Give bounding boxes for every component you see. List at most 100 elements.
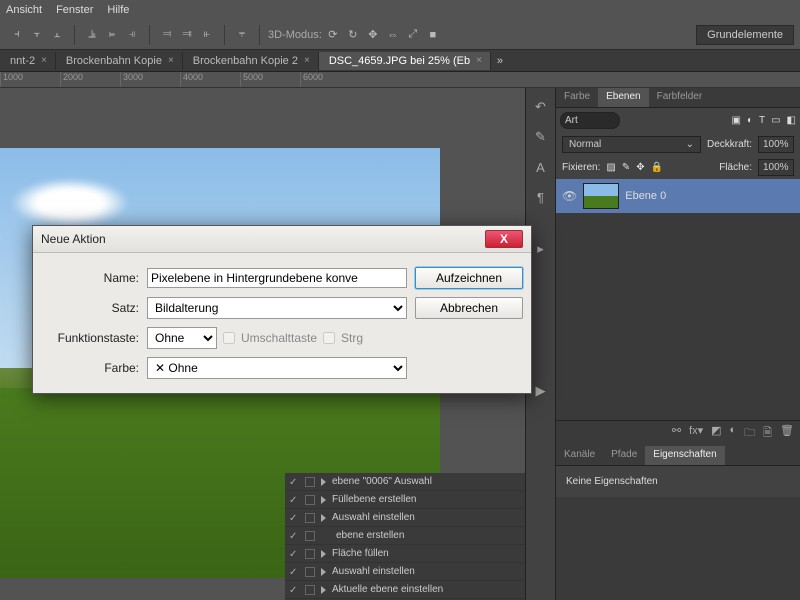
filter-type-icon[interactable]: T: [759, 115, 765, 126]
fkey-label: Funktionstaste:: [45, 331, 139, 345]
auto-align-icon[interactable]: ⫧: [233, 26, 251, 44]
actions-panel: ✓ebene "0006" Auswahl ✓Füllebene erstell…: [285, 473, 525, 600]
distribute-center-icon[interactable]: ⫦: [198, 26, 216, 44]
layer-thumb: [583, 183, 619, 209]
3d-rotate-icon[interactable]: ⟳: [324, 26, 342, 44]
tab-layers[interactable]: Ebenen: [598, 88, 648, 107]
fkey-select[interactable]: Ohne: [147, 327, 217, 349]
action-step[interactable]: ✓Aktuelle ebene einstellen: [285, 581, 525, 599]
right-panels: Farbe Ebenen Farbfelder ▣ ◐ T ▭ ◧ Normal…: [555, 88, 800, 600]
align-center-v-icon[interactable]: ⫢: [103, 26, 121, 44]
tab-channels[interactable]: Kanäle: [556, 446, 603, 465]
ctrl-label: Strg: [341, 331, 363, 345]
paragraph-icon[interactable]: ¶: [532, 188, 550, 206]
close-button[interactable]: X: [485, 230, 523, 248]
3d-camera-icon[interactable]: ■: [424, 26, 442, 44]
ruler: 100020003000 400050006000: [0, 72, 800, 88]
lock-transparent-icon[interactable]: ▨: [606, 162, 615, 173]
doc-tabs: nnt-2× Brockenbahn Kopie× Brockenbahn Ko…: [0, 50, 800, 72]
no-properties-text: Keine Eigenschaften: [566, 476, 658, 487]
char-icon[interactable]: A: [532, 158, 550, 176]
close-icon[interactable]: ×: [41, 55, 47, 66]
opacity-input[interactable]: 100%: [758, 136, 794, 153]
layer-name[interactable]: Ebene 0: [625, 190, 666, 202]
3d-mode-label: 3D-Modus:: [268, 29, 322, 41]
action-step[interactable]: ✓Fläche füllen: [285, 545, 525, 563]
blend-mode-select[interactable]: Normal ⌄: [562, 136, 701, 153]
delete-icon[interactable]: 🗑: [780, 424, 794, 443]
menu-view[interactable]: Ansicht: [6, 4, 42, 16]
tab-1[interactable]: nnt-2×: [0, 52, 56, 70]
new-layer-icon[interactable]: 🗎: [763, 424, 772, 443]
layer-filter-input[interactable]: [560, 112, 620, 129]
set-label: Satz:: [45, 301, 139, 315]
tab-properties[interactable]: Eigenschaften: [645, 446, 724, 465]
tab-2[interactable]: Brockenbahn Kopie×: [56, 52, 183, 70]
align-bottom-icon[interactable]: ⫣: [123, 26, 141, 44]
set-select[interactable]: Bildalterung: [147, 297, 407, 319]
distribute-v-icon[interactable]: ⫥: [178, 26, 196, 44]
adjust-icon[interactable]: ◐: [730, 424, 737, 443]
align-center-h-icon[interactable]: ⫟: [28, 26, 46, 44]
align-right-icon[interactable]: ⫠: [48, 26, 66, 44]
group-icon[interactable]: 🗀: [744, 424, 755, 443]
color-select[interactable]: ✕ Ohne: [147, 357, 407, 379]
color-label: Farbe:: [45, 361, 139, 375]
filter-adjust-icon[interactable]: ◐: [747, 115, 753, 126]
fill-input[interactable]: 100%: [758, 159, 794, 176]
lock-label: Fixieren:: [562, 162, 600, 173]
3d-scale-icon[interactable]: ⤢: [404, 26, 422, 44]
close-icon[interactable]: ×: [476, 55, 482, 66]
align-top-icon[interactable]: ⫡: [83, 26, 101, 44]
3d-slide-icon[interactable]: ⇔: [384, 26, 402, 44]
dialog-title: Neue Aktion: [41, 232, 106, 246]
name-input[interactable]: [147, 268, 407, 288]
tab-overflow-icon[interactable]: »: [491, 55, 509, 67]
menu-bar: Ansicht Fenster Hilfe: [0, 0, 800, 20]
cancel-button[interactable]: Abbrechen: [415, 297, 523, 319]
close-icon[interactable]: ×: [168, 55, 174, 66]
action-step[interactable]: ✓Füllebene erstellen: [285, 491, 525, 509]
brush-icon[interactable]: ✎: [532, 128, 550, 146]
lock-all-icon[interactable]: 🔒: [651, 162, 663, 173]
mask-icon[interactable]: ◩: [711, 424, 721, 443]
link-icon[interactable]: ⚯: [672, 424, 681, 443]
action-step[interactable]: ✓ebene erstellen: [285, 527, 525, 545]
menu-window[interactable]: Fenster: [56, 4, 93, 16]
ctrl-checkbox: [323, 332, 335, 344]
filter-shape-icon[interactable]: ▭: [771, 115, 780, 126]
opacity-label: Deckkraft:: [707, 139, 752, 150]
tab-swatches[interactable]: Farbfelder: [649, 88, 711, 107]
fill-label: Fläche:: [719, 162, 752, 173]
shift-checkbox: [223, 332, 235, 344]
play-panel-icon[interactable]: ▶: [532, 382, 550, 400]
lock-position-icon[interactable]: ✥: [636, 162, 644, 173]
new-action-dialog: Neue Aktion X Name: Aufzeichnen Satz: Bi…: [32, 225, 532, 394]
lock-image-icon[interactable]: ✎: [622, 162, 630, 173]
action-step[interactable]: ✓Auswahl einstellen: [285, 563, 525, 581]
tab-4[interactable]: DSC_4659.JPG bei 25% (Eb×: [319, 52, 491, 70]
tab-3[interactable]: Brockenbahn Kopie 2×: [183, 52, 319, 70]
action-step[interactable]: ✓ebene "0006" Auswahl: [285, 473, 525, 491]
options-bar: ⫞ ⫟ ⫠ ⫡ ⫢ ⫣ ⫤ ⫥ ⫦ ⫧ 3D-Modus: ⟳ ↻ ✥ ⇔ ⤢ …: [0, 20, 800, 50]
align-left-icon[interactable]: ⫞: [8, 26, 26, 44]
filter-image-icon[interactable]: ▣: [731, 115, 740, 126]
shift-label: Umschalttaste: [241, 331, 317, 345]
layer-row[interactable]: 👁 Ebene 0: [556, 179, 800, 213]
action-step[interactable]: ✓Auswahl einstellen: [285, 509, 525, 527]
history-icon[interactable]: ↶: [532, 98, 550, 116]
record-button[interactable]: Aufzeichnen: [415, 267, 523, 289]
menu-help[interactable]: Hilfe: [107, 4, 129, 16]
fx-icon[interactable]: fx▾: [689, 424, 703, 443]
visibility-icon[interactable]: 👁: [562, 189, 577, 203]
actions-icon[interactable]: ▸: [532, 240, 550, 258]
close-icon[interactable]: ×: [304, 55, 310, 66]
filter-smart-icon[interactable]: ◧: [787, 115, 796, 126]
essentials-button[interactable]: Grundelemente: [696, 25, 794, 45]
3d-pan-icon[interactable]: ✥: [364, 26, 382, 44]
tab-color[interactable]: Farbe: [556, 88, 598, 107]
distribute-h-icon[interactable]: ⫤: [158, 26, 176, 44]
name-label: Name:: [45, 271, 139, 285]
3d-roll-icon[interactable]: ↻: [344, 26, 362, 44]
tab-paths[interactable]: Pfade: [603, 446, 645, 465]
